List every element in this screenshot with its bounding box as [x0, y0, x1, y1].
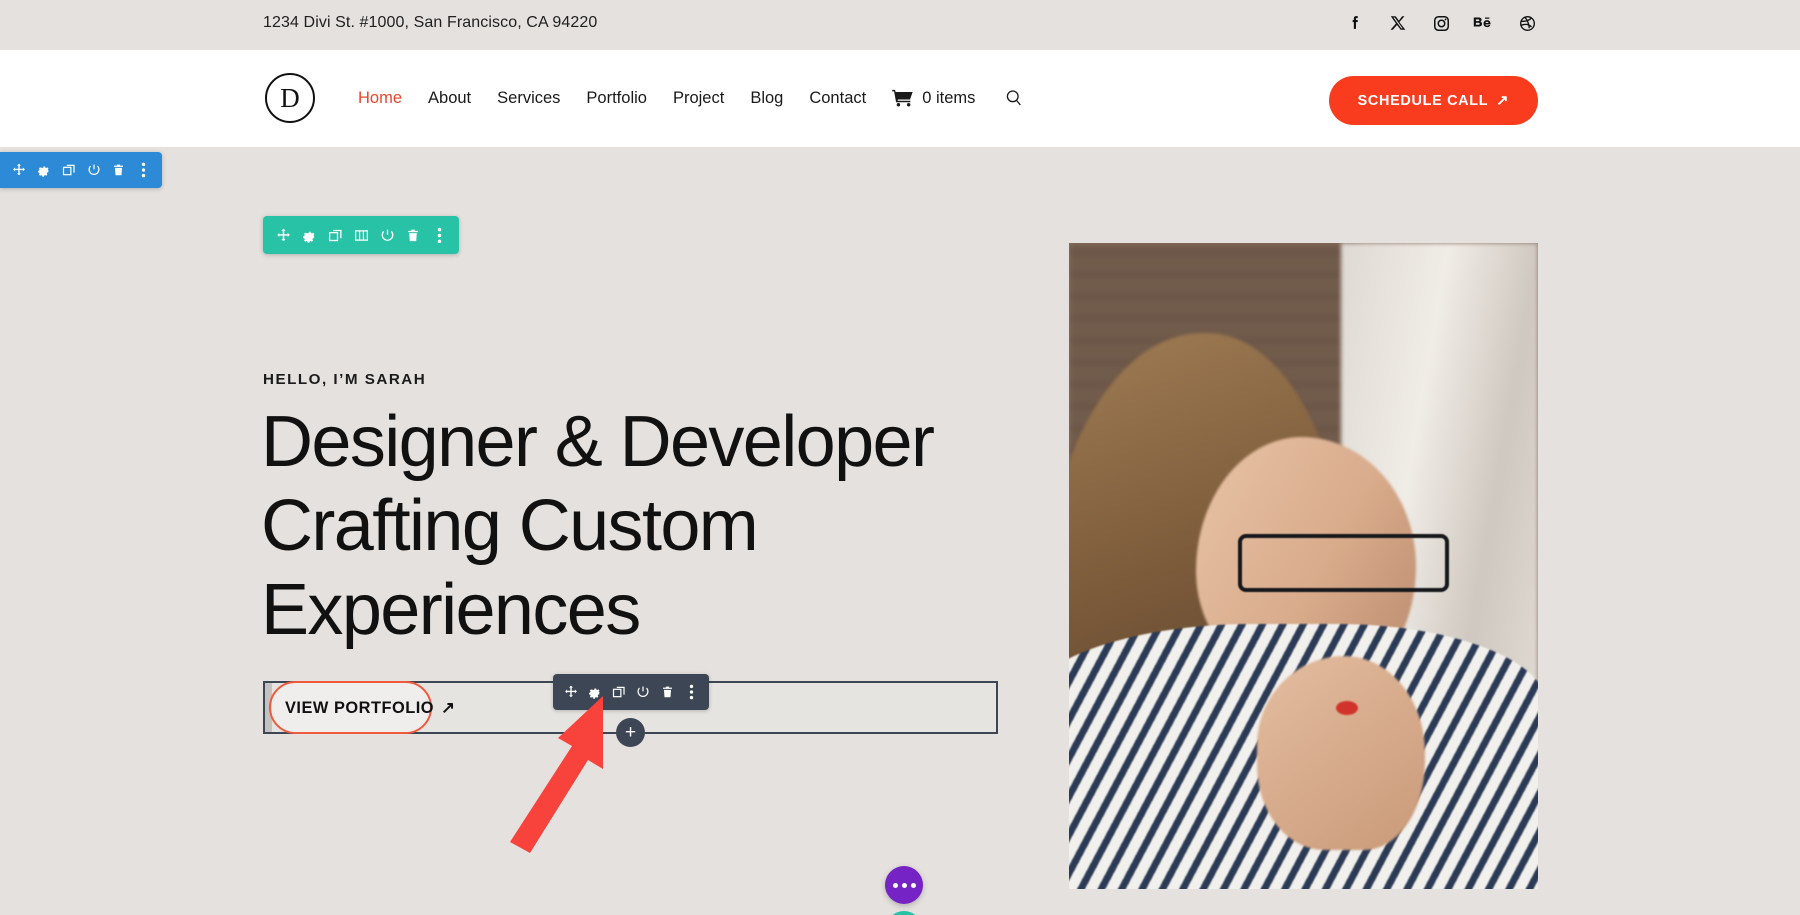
nav-item-contact[interactable]: Contact [796, 89, 879, 108]
trash-icon[interactable] [400, 216, 426, 254]
power-icon[interactable] [374, 216, 400, 254]
add-module-button[interactable]: + [616, 718, 645, 747]
dribbble-icon[interactable] [1516, 12, 1538, 34]
cart-link[interactable]: 0 items [879, 89, 988, 108]
more-options-icon[interactable] [679, 674, 703, 710]
facebook-icon[interactable] [1344, 12, 1366, 34]
page-root: 1234 Divi St. #1000, San Francisco, CA 9… [0, 0, 1800, 915]
dot [910, 882, 916, 888]
behance-icon[interactable] [1473, 12, 1495, 34]
site-logo[interactable]: D [265, 73, 315, 123]
schedule-call-label: SCHEDULE CALL [1357, 92, 1489, 109]
shopping-cart-icon [892, 89, 914, 107]
hero-eyebrow: HELLO, I’M SARAH [263, 371, 427, 388]
move-icon[interactable] [6, 152, 31, 188]
arrow-up-right-icon: ↗ [1496, 92, 1509, 109]
address-text: 1234 Divi St. #1000, San Francisco, CA 9… [263, 14, 598, 31]
gear-icon[interactable] [583, 674, 607, 710]
schedule-call-button[interactable]: SCHEDULE CALL ↗ [1328, 76, 1538, 125]
duplicate-icon[interactable] [607, 674, 631, 710]
dot [901, 882, 907, 888]
builder-secondary-fab[interactable] [885, 911, 923, 915]
duplicate-icon[interactable] [56, 152, 81, 188]
image-subject-glasses [1237, 533, 1449, 592]
trash-icon[interactable] [655, 674, 679, 710]
image-subject-nail [1336, 700, 1359, 715]
move-icon[interactable] [559, 674, 583, 710]
hero-image [1069, 243, 1538, 889]
dot [892, 882, 898, 888]
section-toolbar [0, 152, 162, 188]
instagram-icon[interactable] [1430, 12, 1452, 34]
duplicate-icon[interactable] [322, 216, 348, 254]
columns-icon[interactable] [348, 216, 374, 254]
hero-heading: Designer & Developer Crafting Custom Exp… [261, 402, 935, 651]
nav-item-portfolio[interactable]: Portfolio [573, 89, 660, 108]
top-utility-bar: 1234 Divi St. #1000, San Francisco, CA 9… [0, 0, 1800, 50]
gear-icon[interactable] [31, 152, 56, 188]
nav-item-home[interactable]: Home [345, 89, 415, 108]
builder-more-options-fab[interactable] [885, 866, 923, 904]
trash-icon[interactable] [106, 152, 131, 188]
power-icon[interactable] [631, 674, 655, 710]
power-icon[interactable] [81, 152, 106, 188]
image-subject-hand [1256, 656, 1426, 851]
view-portfolio-button[interactable]: VIEW PORTFOLIO ↗ [285, 698, 455, 718]
x-twitter-icon[interactable] [1387, 12, 1409, 34]
move-icon[interactable] [270, 216, 296, 254]
search-icon[interactable] [1004, 88, 1024, 108]
more-options-icon[interactable] [426, 216, 452, 254]
view-portfolio-label: VIEW PORTFOLIO [285, 698, 435, 717]
nav-item-blog[interactable]: Blog [737, 89, 796, 108]
nav-item-services[interactable]: Services [484, 89, 573, 108]
gear-icon[interactable] [296, 216, 322, 254]
main-navigation: D Home About Services Portfolio Project … [0, 50, 1800, 147]
social-links [1344, 12, 1538, 34]
module-toolbar [553, 674, 709, 710]
more-options-icon[interactable] [131, 152, 156, 188]
nav-item-about[interactable]: About [415, 89, 484, 108]
row-toolbar [263, 216, 459, 254]
cart-count-label: 0 items [922, 88, 976, 107]
nav-item-project[interactable]: Project [660, 89, 737, 108]
nav-menu: Home About Services Portfolio Project Bl… [345, 88, 1024, 108]
arrow-up-right-icon: ↗ [441, 699, 456, 717]
